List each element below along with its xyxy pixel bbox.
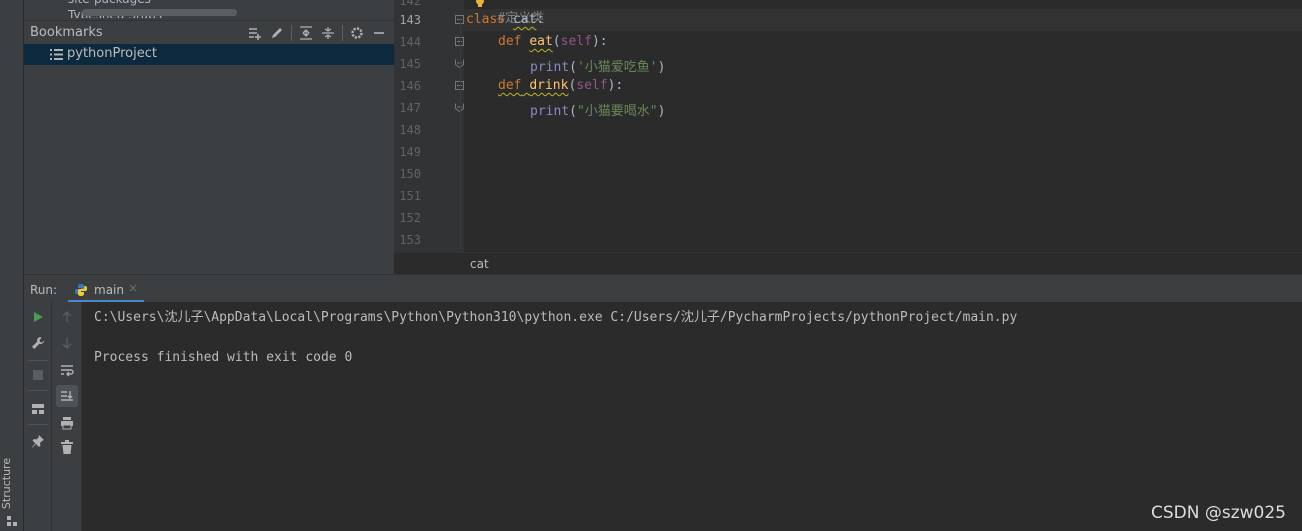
line-number: 142 bbox=[399, 0, 421, 8]
bookmarks-title: Bookmarks bbox=[30, 25, 103, 40]
expand-all-icon[interactable] bbox=[295, 23, 317, 43]
punct: ( bbox=[552, 34, 561, 49]
horizontal-scrollbar[interactable] bbox=[82, 9, 237, 16]
string-literal: "小猫要喝水" bbox=[576, 104, 658, 119]
line-number: 148 bbox=[399, 123, 421, 137]
punct: ) bbox=[657, 60, 666, 75]
left-tool-stripe: Structure bbox=[0, 0, 24, 531]
list-icon bbox=[50, 49, 63, 60]
punct: : bbox=[536, 12, 545, 27]
minimize-icon[interactable] bbox=[368, 23, 390, 43]
run-panel-header: Run: main × bbox=[24, 274, 1302, 303]
print-icon[interactable] bbox=[56, 412, 78, 434]
editor-gutter: 142 143 144 145 146 147 148 149 150 151 … bbox=[394, 0, 464, 252]
punct: ) bbox=[657, 104, 666, 119]
code-line-145: print('小猫爱吃鱼') bbox=[530, 56, 665, 75]
builtin-print: print bbox=[530, 60, 570, 75]
python-icon bbox=[75, 284, 87, 296]
run-label: Run: bbox=[30, 283, 58, 297]
punct: ): bbox=[607, 78, 624, 93]
project-tree: site-packages Typeshed Stubs bbox=[24, 0, 394, 18]
self-param: self bbox=[560, 34, 592, 49]
self-param: self bbox=[576, 78, 608, 93]
breadcrumb-item[interactable]: cat bbox=[470, 257, 489, 271]
pin-icon[interactable] bbox=[27, 430, 49, 452]
bookmark-label: pythonProject bbox=[67, 46, 157, 61]
structure-icon bbox=[7, 516, 17, 526]
wrench-icon[interactable] bbox=[27, 332, 49, 354]
toolbar-separator bbox=[28, 390, 48, 391]
up-arrow-icon[interactable] bbox=[56, 306, 78, 328]
bookmarks-header: Bookmarks bbox=[24, 20, 394, 44]
bookmark-list-item[interactable]: pythonProject bbox=[24, 44, 394, 65]
down-arrow-icon[interactable] bbox=[56, 332, 78, 354]
stop-icon[interactable] bbox=[27, 364, 49, 386]
settings-icon[interactable] bbox=[346, 23, 368, 43]
watermark: CSDN @szw025 bbox=[1150, 503, 1286, 523]
side-panel: site-packages Typeshed Stubs Bookmarks bbox=[24, 0, 394, 274]
collapse-all-icon[interactable] bbox=[317, 23, 339, 43]
builtin-print: print bbox=[530, 104, 570, 119]
keyword-def: def bbox=[498, 78, 522, 93]
toolbar-separator bbox=[291, 25, 292, 41]
function-name: eat bbox=[529, 34, 553, 49]
code-line-146: def drink(self): bbox=[498, 78, 623, 93]
soft-wrap-icon[interactable] bbox=[56, 360, 78, 382]
run-icon[interactable] bbox=[27, 306, 49, 328]
code-line-147: print("小猫要喝水") bbox=[530, 100, 665, 119]
line-number: 145 bbox=[399, 57, 421, 71]
add-bookmark-icon[interactable] bbox=[244, 23, 266, 43]
close-icon[interactable]: × bbox=[128, 281, 138, 295]
structure-tab-label: Structure bbox=[0, 457, 14, 510]
punct: ( bbox=[569, 104, 577, 119]
console-output[interactable]: C:\Users\沈儿子\AppData\Local\Programs\Pyth… bbox=[82, 302, 1302, 531]
edit-icon[interactable] bbox=[266, 23, 288, 43]
punct: ( bbox=[569, 60, 577, 75]
current-line-highlight bbox=[464, 9, 1302, 31]
line-number: 146 bbox=[399, 79, 421, 93]
line-number: 151 bbox=[399, 189, 421, 203]
keyword-class: class bbox=[466, 12, 506, 27]
code-editor[interactable]: 142 143 144 145 146 147 148 149 150 151 … bbox=[394, 0, 1302, 252]
punct: ): bbox=[591, 34, 608, 49]
class-name: cat bbox=[512, 12, 537, 27]
console-line-exit: Process finished with exit code 0 bbox=[94, 350, 353, 365]
layout-icon[interactable] bbox=[27, 398, 49, 420]
function-name: drink bbox=[529, 78, 569, 93]
string-literal: '小猫爱吃鱼' bbox=[576, 60, 658, 75]
toolbar-separator bbox=[28, 360, 48, 361]
line-number: 150 bbox=[399, 167, 421, 181]
toolbar-separator bbox=[28, 424, 48, 425]
keyword-def: def bbox=[498, 34, 522, 49]
line-number: 152 bbox=[399, 211, 421, 225]
tree-row-site-packages[interactable]: site-packages bbox=[68, 0, 151, 6]
bookmarks-toolbar bbox=[244, 23, 390, 43]
code-line-144: def eat(self): bbox=[498, 34, 608, 49]
code-line-143: class cat: bbox=[466, 12, 544, 27]
line-number: 147 bbox=[399, 101, 421, 115]
line-number: 153 bbox=[399, 233, 421, 247]
editor-breadcrumb-bar: cat bbox=[394, 252, 1302, 274]
line-number: 143 bbox=[399, 13, 421, 27]
lightbulb-icon[interactable] bbox=[474, 0, 486, 8]
run-toolbar-secondary bbox=[52, 302, 82, 531]
toolbar-separator bbox=[342, 25, 343, 41]
line-number: 149 bbox=[399, 145, 421, 159]
structure-tab[interactable]: Structure bbox=[0, 447, 21, 527]
line-number: 144 bbox=[399, 35, 421, 49]
scroll-to-end-icon[interactable] bbox=[56, 385, 78, 407]
trash-icon[interactable] bbox=[56, 436, 78, 458]
run-toolbar-primary bbox=[24, 302, 52, 531]
run-tab-main[interactable]: main × bbox=[68, 275, 144, 303]
run-tab-label: main bbox=[94, 283, 124, 297]
indent-guide bbox=[460, 18, 461, 250]
console-line-command: C:\Users\沈儿子\AppData\Local\Programs\Pyth… bbox=[94, 310, 1018, 325]
